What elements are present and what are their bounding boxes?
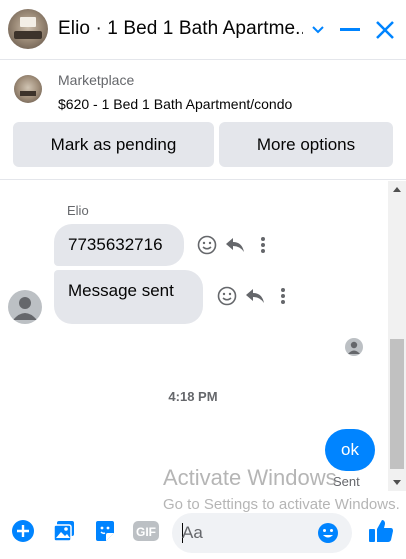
emoji-icon[interactable]	[316, 521, 340, 545]
message-composer: GIF	[0, 505, 406, 559]
chevron-down-icon[interactable]	[306, 18, 330, 42]
chat-header: Elio · 1 Bed 1 Bath Apartme...	[0, 0, 406, 60]
gif-icon[interactable]: GIF	[131, 518, 161, 544]
message-input-wrapper	[172, 513, 352, 553]
photo-icon[interactable]	[51, 518, 77, 544]
minimize-icon[interactable]	[338, 18, 362, 42]
thumbs-up-icon[interactable]	[366, 518, 396, 544]
reply-icon[interactable]	[244, 285, 266, 307]
close-icon[interactable]	[373, 18, 397, 42]
message-actions	[196, 234, 274, 256]
reply-icon[interactable]	[224, 234, 246, 256]
react-emoji-icon[interactable]	[216, 285, 238, 307]
chat-window: Elio · 1 Bed 1 Bath Apartme... Marketpla…	[0, 0, 406, 559]
message-actions	[216, 285, 294, 307]
chat-title[interactable]: Elio · 1 Bed 1 Bath Apartme...	[58, 18, 303, 40]
more-icon[interactable]	[272, 285, 294, 307]
plus-icon[interactable]	[10, 518, 36, 544]
sender-name: Elio	[67, 203, 89, 218]
mark-as-pending-button[interactable]: Mark as pending	[13, 122, 214, 167]
scroll-up-icon[interactable]	[393, 187, 401, 192]
marketplace-listing: Marketplace $620 - 1 Bed 1 Bath Apartmen…	[0, 60, 406, 180]
message-timestamp: 4:18 PM	[168, 389, 218, 404]
message-thread: Elio 7735632716 Message sent 4:18 PM ok …	[0, 181, 406, 501]
scrollbar[interactable]	[388, 181, 406, 491]
message-bubble[interactable]: 7735632716	[54, 224, 184, 266]
sticker-icon[interactable]	[92, 518, 118, 544]
marketplace-label: Marketplace	[58, 72, 135, 88]
react-emoji-icon[interactable]	[196, 234, 218, 256]
listing-thumbnail[interactable]	[14, 75, 42, 103]
gif-label: GIF	[136, 525, 156, 539]
seen-indicator-avatar	[345, 338, 363, 356]
message-input[interactable]	[182, 513, 312, 553]
more-icon[interactable]	[252, 234, 274, 256]
message-bubble[interactable]: Message sent	[54, 270, 203, 324]
listing-avatar[interactable]	[8, 9, 48, 49]
sent-status: Sent	[333, 474, 360, 489]
more-options-button[interactable]: More options	[219, 122, 393, 167]
scroll-down-icon[interactable]	[393, 480, 401, 485]
scrollbar-thumb[interactable]	[390, 339, 404, 469]
listing-description[interactable]: $620 - 1 Bed 1 Bath Apartment/condo	[58, 96, 292, 112]
contact-avatar[interactable]	[8, 290, 42, 324]
activate-windows-title: Activate Windows	[163, 465, 337, 490]
